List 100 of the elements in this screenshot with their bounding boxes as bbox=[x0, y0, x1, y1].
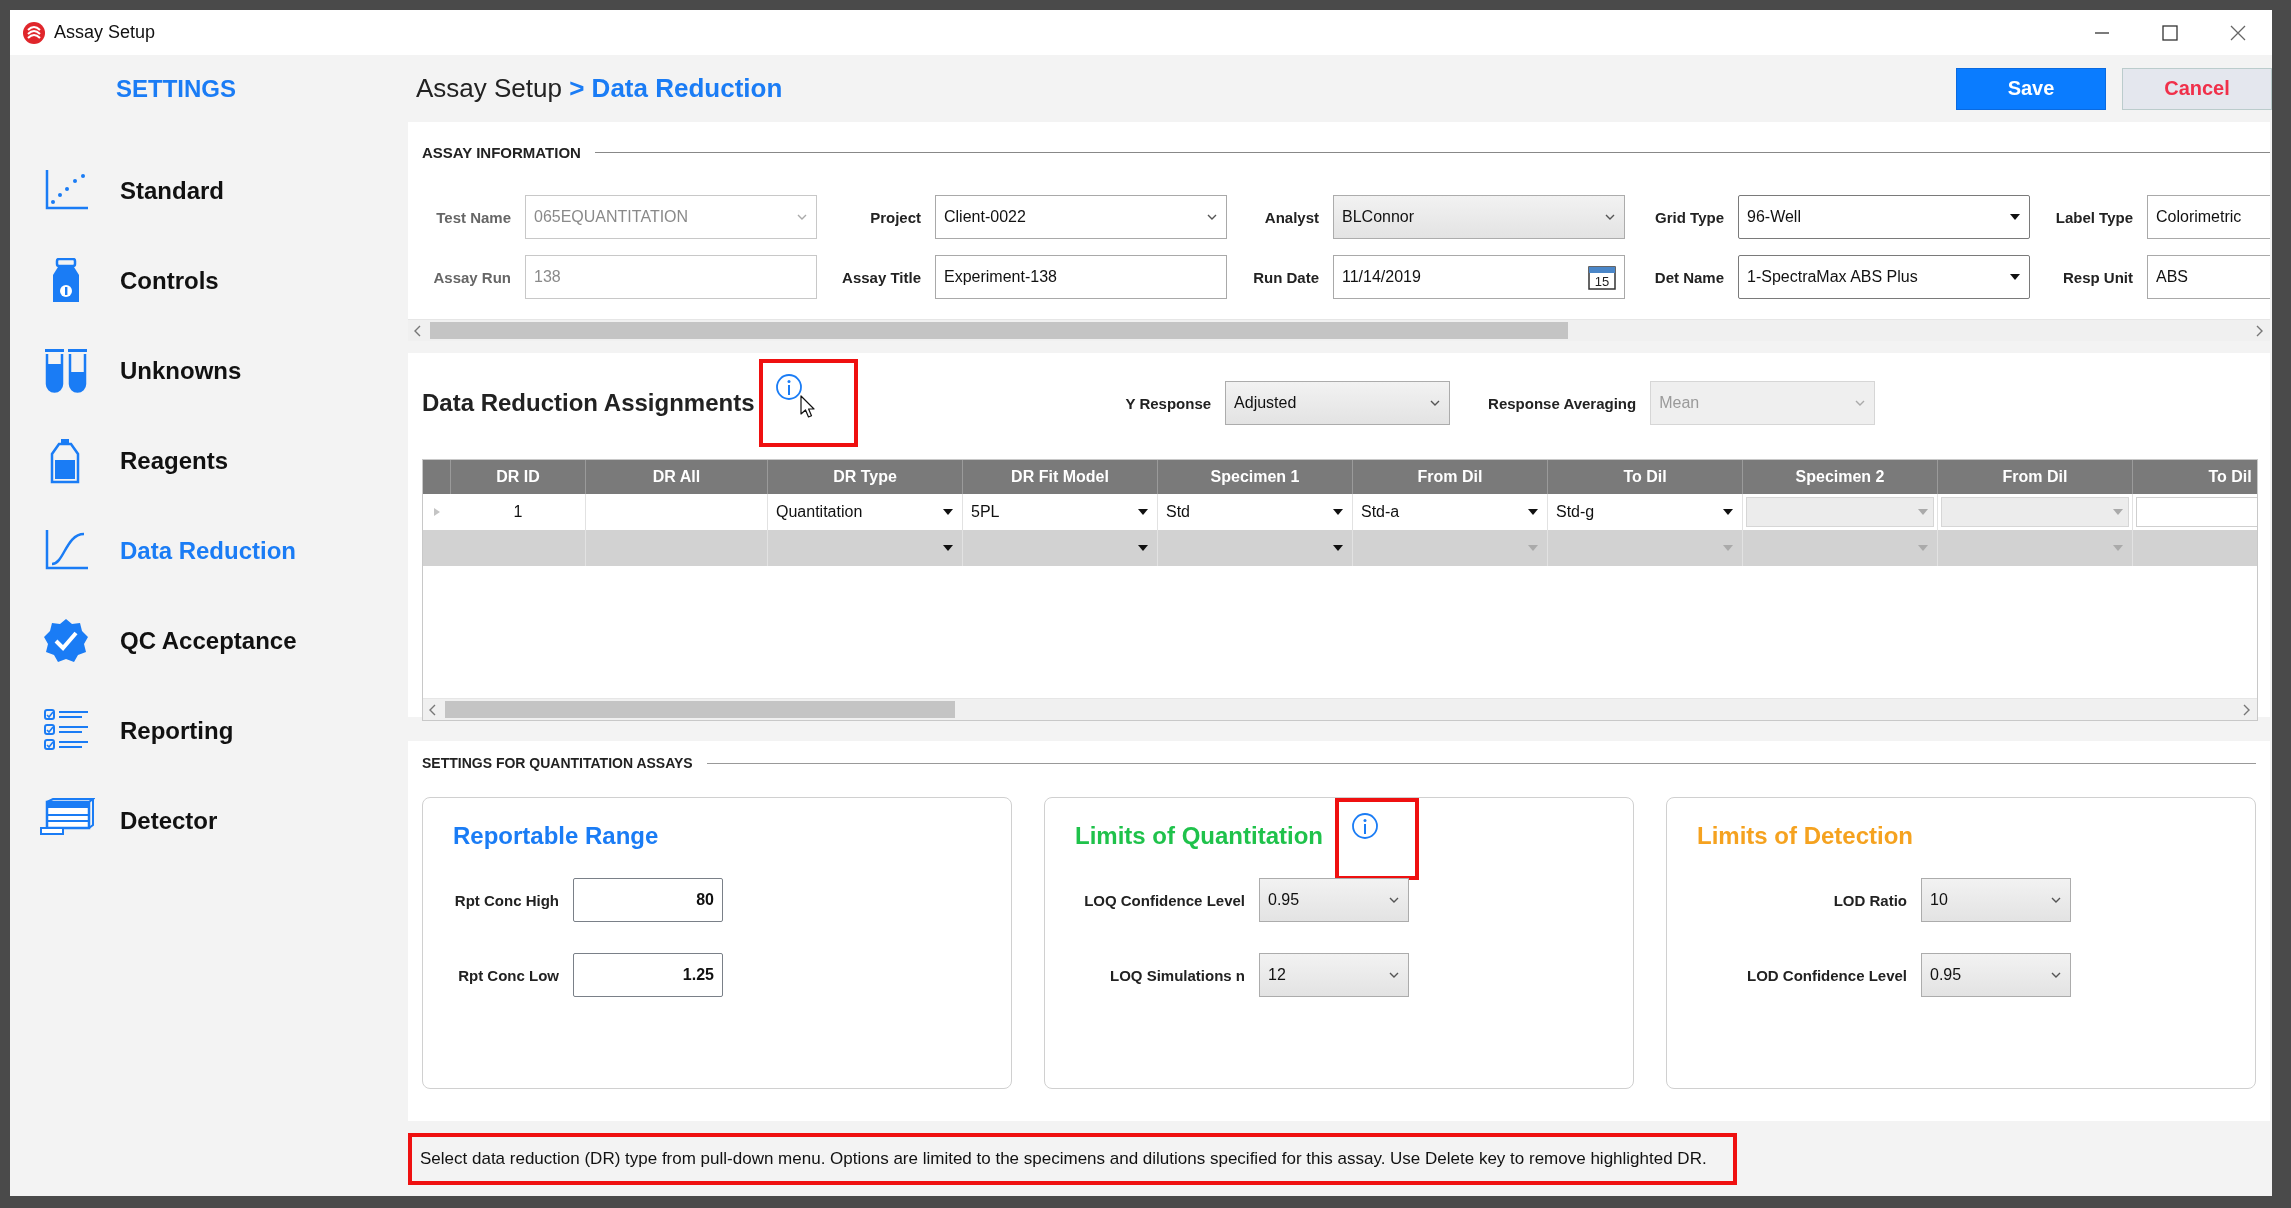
cell-dropdown[interactable] bbox=[963, 530, 1158, 566]
column-header: To Dil bbox=[2133, 460, 2257, 494]
dropdown[interactable]: 96-Well bbox=[1738, 195, 2030, 239]
field-label: LOD Ratio bbox=[1832, 891, 1907, 909]
section-heading: SETTINGS FOR QUANTITATION ASSAYS bbox=[422, 755, 693, 771]
chevron-down-icon bbox=[1388, 970, 1400, 980]
cell-dropdown[interactable] bbox=[1353, 530, 1548, 566]
chevron-down-icon bbox=[1388, 895, 1400, 905]
field-label: Resp Unit bbox=[2062, 268, 2133, 286]
section-title: Data Reduction Assignments bbox=[422, 389, 755, 417]
field-label: LOQ Confidence Level bbox=[1083, 891, 1245, 909]
column-header: From Dil bbox=[1353, 460, 1548, 494]
dropdown[interactable]: Client-0022 bbox=[935, 195, 1227, 239]
sidebar-item[interactable]: Unknowns bbox=[120, 357, 242, 385]
dropdown[interactable]: BLConnor bbox=[1333, 195, 1625, 239]
cell-dropdown[interactable] bbox=[1938, 494, 2133, 530]
field-label: Grid Type bbox=[1654, 208, 1724, 226]
row-header-corner bbox=[423, 460, 451, 494]
field-label: Det Name bbox=[1653, 268, 1724, 286]
caret-down-icon bbox=[2009, 272, 2021, 282]
column-header: DR All bbox=[586, 460, 768, 494]
cell-dropdown[interactable] bbox=[768, 530, 963, 566]
field-label: Response Averaging bbox=[1488, 394, 1637, 412]
row-header[interactable] bbox=[423, 530, 451, 566]
row-marker-icon bbox=[432, 506, 442, 518]
chevron-down-icon bbox=[1854, 398, 1867, 408]
field-label: LOD Confidence Level bbox=[1745, 966, 1907, 984]
dropdown[interactable]: 12 bbox=[1259, 953, 1409, 997]
caret-down-icon bbox=[1137, 543, 1149, 553]
sidebar-heading: SETTINGS bbox=[116, 75, 236, 103]
field-label: Label Type bbox=[2054, 208, 2133, 226]
caret-down-icon bbox=[1917, 543, 1929, 553]
sidebar-item[interactable]: Standard bbox=[120, 177, 224, 205]
field-label: Assay Run bbox=[432, 268, 511, 286]
number-field[interactable]: 1.25 bbox=[573, 953, 723, 997]
chevron-down-icon bbox=[1604, 212, 1616, 222]
close-icon[interactable] bbox=[2229, 23, 2247, 42]
text-field[interactable]: ABS bbox=[2147, 255, 2270, 299]
field-label: Run Date bbox=[1252, 268, 1319, 286]
caret-down-icon bbox=[2112, 507, 2124, 517]
caret-down-icon bbox=[1917, 507, 1929, 517]
column-header: Specimen 2 bbox=[1743, 460, 1938, 494]
field-label: LOQ Simulations n bbox=[1109, 966, 1245, 984]
sidebar-item[interactable]: Reagents bbox=[120, 447, 229, 475]
info-icon[interactable] bbox=[1351, 812, 1379, 840]
dropdown[interactable]: 0.95 bbox=[1259, 878, 1409, 922]
chevron-down-icon bbox=[1429, 398, 1442, 408]
chevron-down-icon bbox=[2050, 895, 2062, 905]
caret-down-icon bbox=[1332, 543, 1344, 553]
window-title: Assay Setup bbox=[54, 22, 157, 43]
caret-down-icon bbox=[942, 543, 954, 553]
chevron-down-icon bbox=[1206, 212, 1218, 222]
card-title: Limits of Quantitation bbox=[1075, 822, 1323, 850]
dropdown[interactable]: Adjusted bbox=[1225, 381, 1451, 425]
caret-down-icon bbox=[2009, 212, 2021, 222]
breadcrumb: Assay Setup > Data Reduction bbox=[416, 73, 784, 104]
column-header: DR Fit Model bbox=[963, 460, 1158, 494]
test-tubes-icon bbox=[44, 348, 90, 394]
scrollbar-thumb[interactable] bbox=[430, 322, 1568, 339]
field-label: Rpt Conc Low bbox=[457, 966, 559, 984]
check-badge-icon bbox=[44, 618, 90, 664]
chevron-down-icon bbox=[796, 212, 808, 222]
section-heading: ASSAY INFORMATION bbox=[422, 144, 581, 161]
cell-dropdown[interactable] bbox=[1548, 530, 1743, 566]
text-field[interactable]: Colorimetric bbox=[2147, 195, 2270, 239]
column-header: DR ID bbox=[451, 460, 586, 494]
field-label: Project bbox=[869, 208, 921, 226]
caret-down-icon bbox=[1332, 507, 1344, 517]
field-label: Rpt Conc High bbox=[453, 891, 559, 909]
cell-dropdown[interactable] bbox=[1938, 530, 2133, 566]
dropdown[interactable]: 10 bbox=[1921, 878, 2071, 922]
cell-dropdown[interactable] bbox=[1743, 530, 1938, 566]
chevron-down-icon bbox=[2050, 970, 2062, 980]
field-label: Test Name bbox=[435, 208, 511, 226]
scrollbar-thumb[interactable] bbox=[445, 701, 955, 718]
status-message: Select data reduction (DR) type from pull-down menu. Options are limited to the specimens and dilutions specified for this assay. Use Delete key to remove highlighted DR. bbox=[408, 1133, 1737, 1185]
card-title: Limits of Detection bbox=[1697, 822, 1913, 850]
sidebar-item[interactable]: Controls bbox=[120, 267, 219, 295]
sidebar-item[interactable]: Data Reduction bbox=[120, 537, 296, 565]
dropdown[interactable]: 0.95 bbox=[1921, 953, 2071, 997]
cell-dropdown[interactable] bbox=[1158, 530, 1353, 566]
caret-down-icon bbox=[1527, 507, 1539, 517]
dropdown[interactable]: 1-SpectraMax ABS Plus bbox=[1738, 255, 2030, 299]
save-button[interactable]: Save bbox=[1956, 67, 2106, 110]
column-header: To Dil bbox=[1548, 460, 1743, 494]
field-label: Analyst bbox=[1263, 208, 1319, 226]
cell-dropdown[interactable] bbox=[1743, 494, 1938, 530]
text-field[interactable]: Experiment-138 bbox=[935, 255, 1227, 299]
column-header: From Dil bbox=[1938, 460, 2133, 494]
maximize-icon[interactable] bbox=[2161, 23, 2179, 42]
sidebar-item[interactable]: Reporting bbox=[120, 717, 234, 745]
date-field[interactable]: 11/14/2019 15 bbox=[1333, 255, 1625, 299]
number-field[interactable]: 80 bbox=[573, 878, 723, 922]
sidebar-item[interactable]: QC Acceptance bbox=[120, 627, 297, 655]
field-label: Assay Title bbox=[841, 268, 921, 286]
mouse-cursor-icon bbox=[798, 395, 815, 419]
column-header: Specimen 1 bbox=[1158, 460, 1353, 494]
info-icon[interactable] bbox=[774, 373, 803, 401]
sidebar-item[interactable]: Detector bbox=[120, 807, 218, 835]
caret-down-icon bbox=[942, 507, 954, 517]
